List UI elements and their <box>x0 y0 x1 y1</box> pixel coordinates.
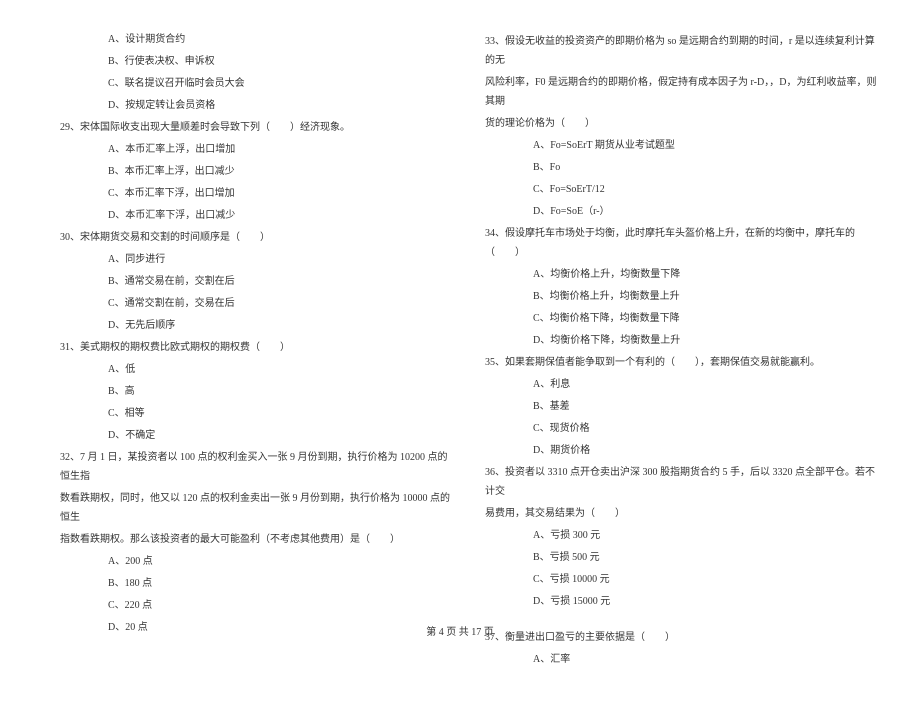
option-item: C、亏损 10000 元 <box>485 570 880 589</box>
question-31: 31、美式期权的期权费比欧式期权的期权费（ ） <box>60 338 455 357</box>
option-item: C、联名提议召开临时会员大会 <box>60 74 455 93</box>
option-item: A、本币汇率上浮，出口增加 <box>60 140 455 159</box>
option-item: A、利息 <box>485 375 880 394</box>
option-item: A、设计期货合约 <box>60 30 455 49</box>
question-29: 29、宋体国际收支出现大量顺差时会导致下列（ ）经济现象。 <box>60 118 455 137</box>
option-item: D、不确定 <box>60 426 455 445</box>
question-34: 34、假设摩托车市场处于均衡，此时摩托车头盔价格上升，在新的均衡中，摩托车的（ … <box>485 224 880 262</box>
option-item: C、Fo=SoErT/12 <box>485 180 880 199</box>
option-item: A、200 点 <box>60 552 455 571</box>
option-item: D、按规定转让会员资格 <box>60 96 455 115</box>
question-36: 36、投资者以 3310 点开仓卖出沪深 300 股指期货合约 5 手，后以 3… <box>485 463 880 501</box>
option-item: D、均衡价格下降，均衡数量上升 <box>485 331 880 350</box>
option-item: D、Fo=SoE（r-） <box>485 202 880 221</box>
option-item: B、180 点 <box>60 574 455 593</box>
question-30: 30、宋体期货交易和交割的时间顺序是（ ） <box>60 228 455 247</box>
option-item: C、本币汇率下浮，出口增加 <box>60 184 455 203</box>
option-item: D、无先后顺序 <box>60 316 455 335</box>
option-item: D、期货价格 <box>485 441 880 460</box>
option-item: B、Fo <box>485 158 880 177</box>
option-item: B、高 <box>60 382 455 401</box>
option-item: B、本币汇率上浮，出口减少 <box>60 162 455 181</box>
option-item: C、现货价格 <box>485 419 880 438</box>
option-item: A、亏损 300 元 <box>485 526 880 545</box>
question-32-line2: 数看跌期权，同时，他又以 120 点的权利金卖出一张 9 月份到期，执行价格为 … <box>60 489 455 527</box>
option-item: B、基差 <box>485 397 880 416</box>
option-item: B、亏损 500 元 <box>485 548 880 567</box>
option-item: A、均衡价格上升，均衡数量下降 <box>485 265 880 284</box>
question-33-line2: 风险利率，F0 是远期合约的即期价格，假定持有成本因子为 r-D，，D，为红利收… <box>485 73 880 111</box>
option-item: A、低 <box>60 360 455 379</box>
option-item: C、均衡价格下降，均衡数量下降 <box>485 309 880 328</box>
question-36-line2: 易费用，其交易结果为（ ） <box>485 504 880 523</box>
exam-page: A、设计期货合约 B、行使表决权、申诉权 C、联名提议召开临时会员大会 D、按规… <box>0 0 920 702</box>
option-item: A、汇率 <box>485 650 880 669</box>
right-column: 33、假设无收益的投资资产的即期价格为 so 是远期合约到期的时间，r 是以连续… <box>485 30 880 672</box>
option-item: C、220 点 <box>60 596 455 615</box>
left-column: A、设计期货合约 B、行使表决权、申诉权 C、联名提议召开临时会员大会 D、按规… <box>60 30 455 672</box>
question-33: 33、假设无收益的投资资产的即期价格为 so 是远期合约到期的时间，r 是以连续… <box>485 32 880 70</box>
option-item: B、行使表决权、申诉权 <box>60 52 455 71</box>
question-33-line3: 货的理论价格为（ ） <box>485 114 880 133</box>
question-35: 35、如果套期保值者能争取到一个有利的（ ），套期保值交易就能赢利。 <box>485 353 880 372</box>
option-item: A、Fo=SoErT 期货从业考试题型 <box>485 136 880 155</box>
option-item: C、相等 <box>60 404 455 423</box>
question-32-line3: 指数看跌期权。那么该投资者的最大可能盈利（不考虑其他费用）是（ ） <box>60 530 455 549</box>
option-item: B、通常交易在前，交割在后 <box>60 272 455 291</box>
option-item: D、亏损 15000 元 <box>485 592 880 611</box>
option-item: A、同步进行 <box>60 250 455 269</box>
page-footer: 第 4 页 共 17 页 <box>0 623 920 638</box>
option-item: C、通常交割在前，交易在后 <box>60 294 455 313</box>
option-item: D、本币汇率下浮，出口减少 <box>60 206 455 225</box>
option-item: B、均衡价格上升，均衡数量上升 <box>485 287 880 306</box>
question-32: 32、7 月 1 日，某投资者以 100 点的权利金买入一张 9 月份到期，执行… <box>60 448 455 486</box>
